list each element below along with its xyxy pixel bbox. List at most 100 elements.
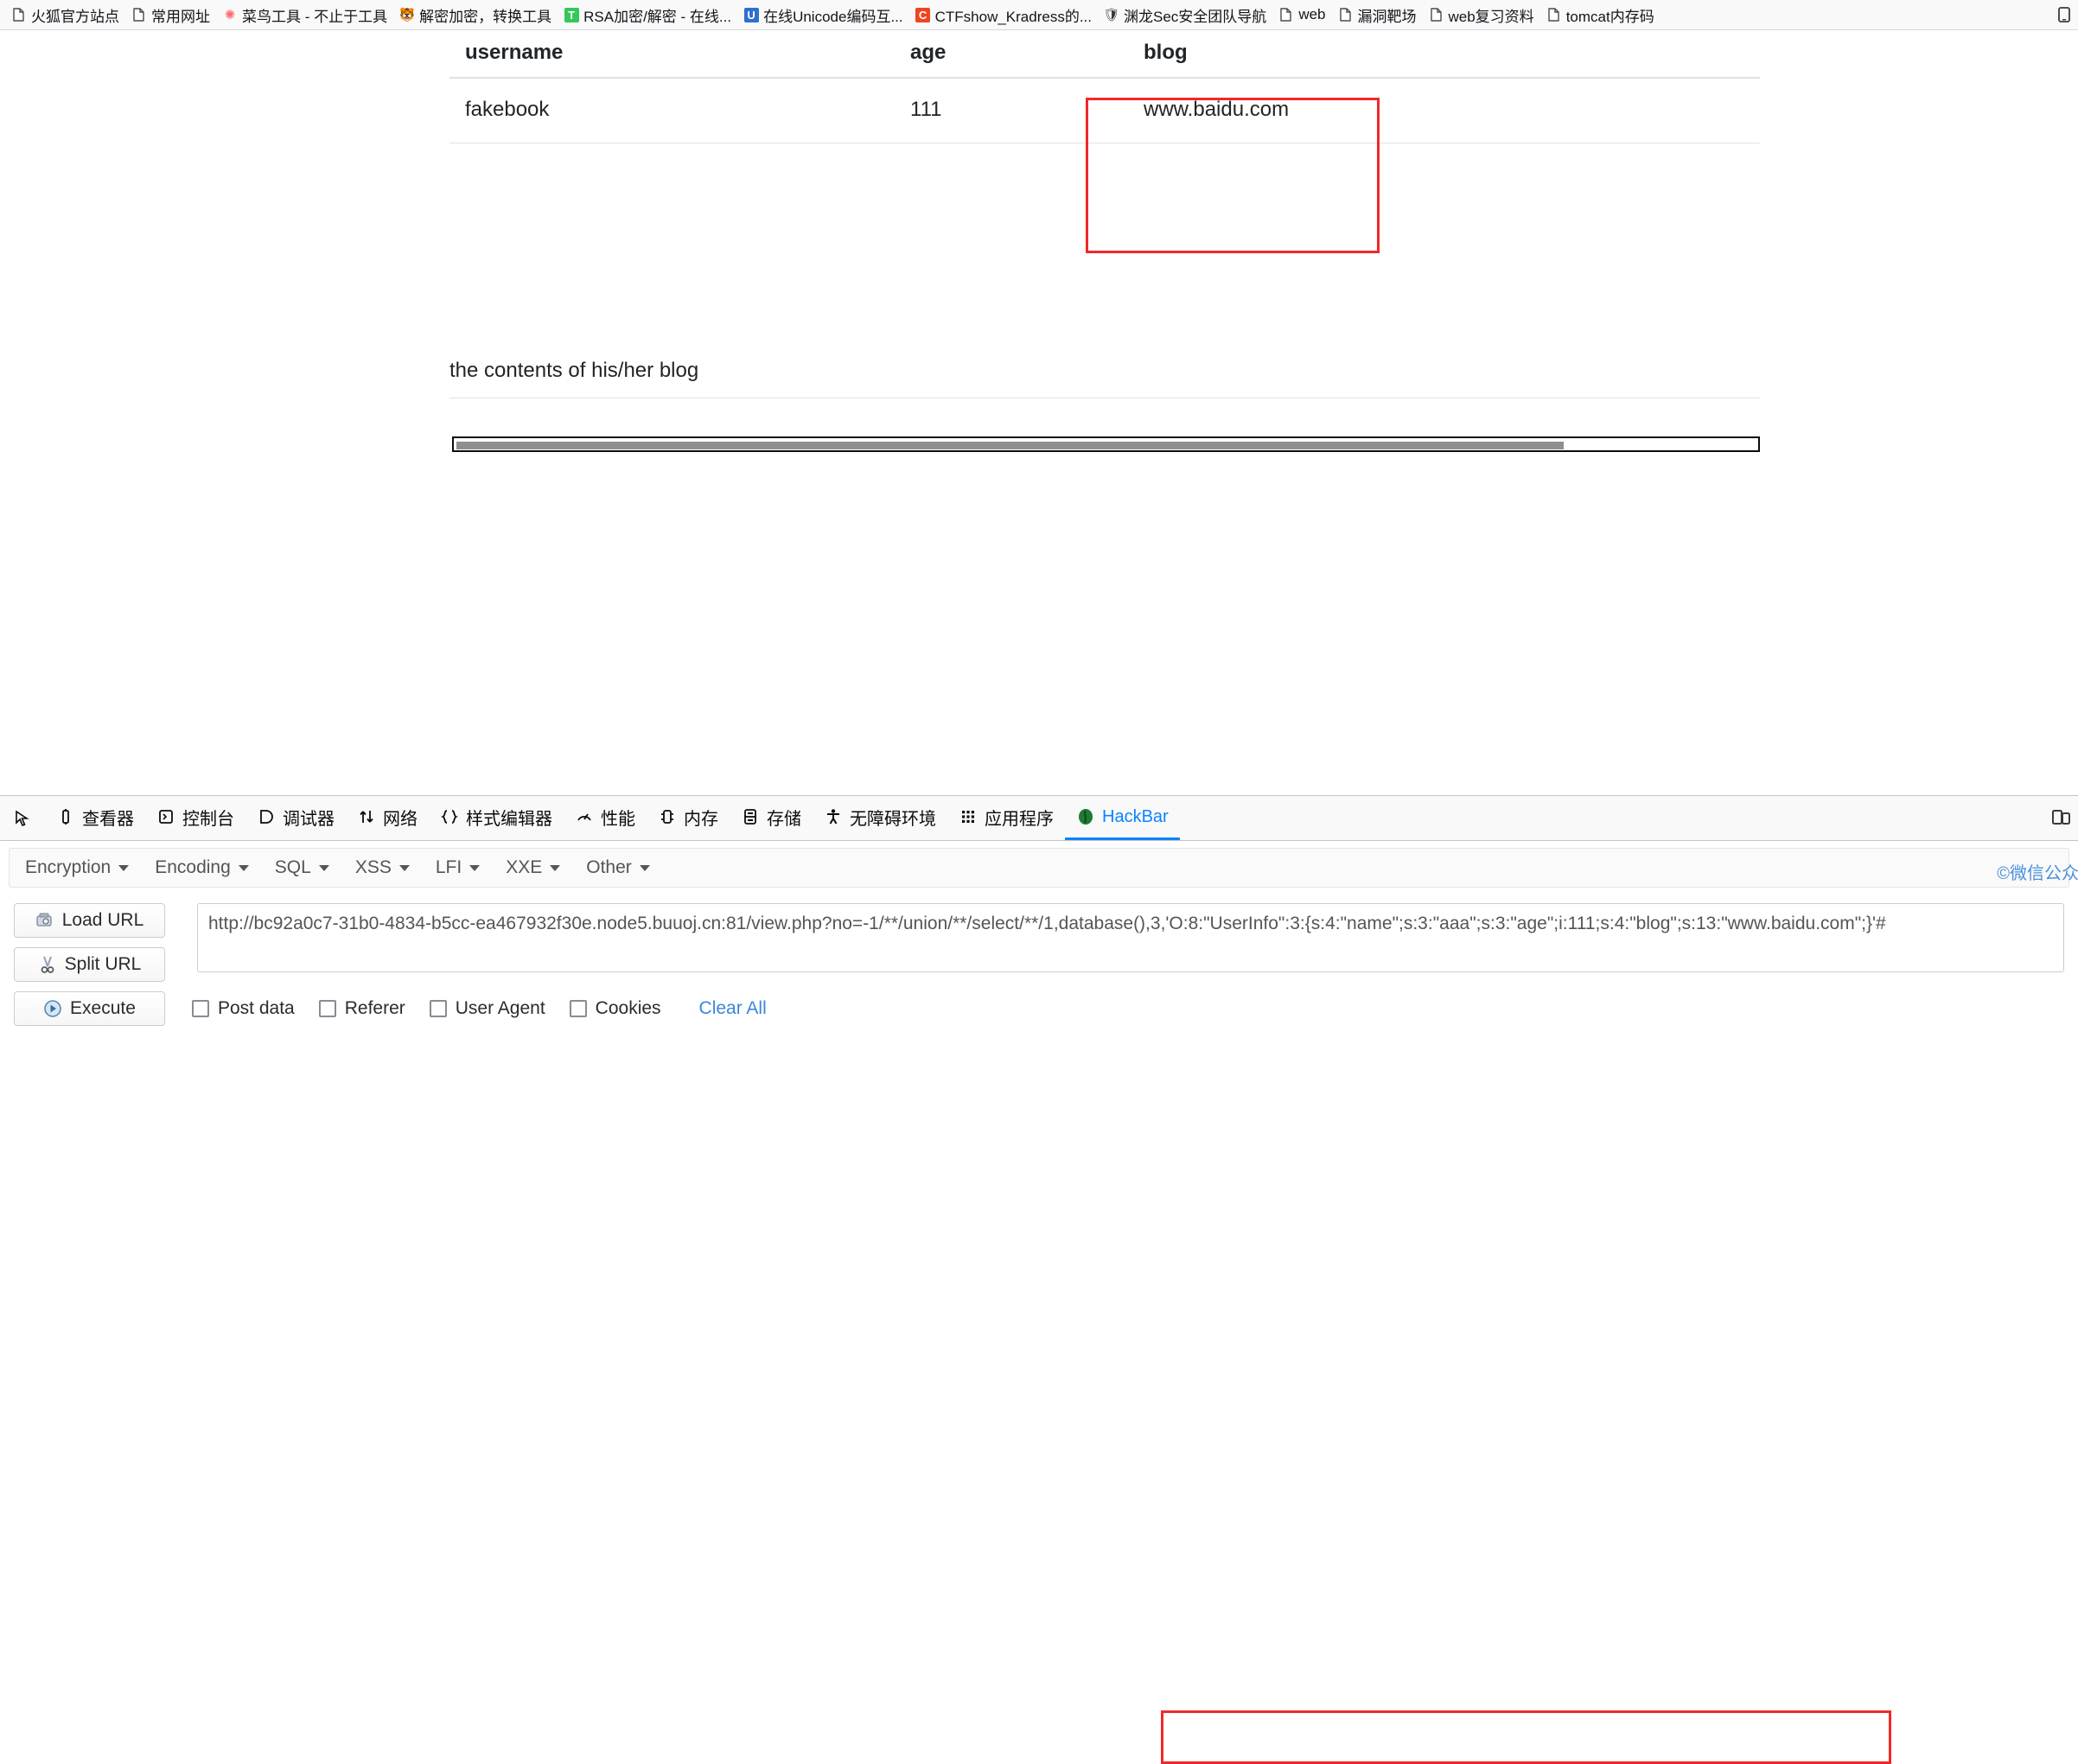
bookmark-label: web [1298, 6, 1326, 22]
page-horizontal-scrollbar[interactable] [452, 436, 1760, 452]
devtools-tab-application[interactable]: 应用程序 [947, 796, 1065, 840]
devtools-tab-style-editor[interactable]: 样式编辑器 [429, 796, 564, 840]
checkbox-post-data[interactable]: Post data [192, 998, 295, 1019]
bookmark-label: 渊龙Sec安全团队导航 [1124, 8, 1267, 25]
debugger-icon [257, 807, 276, 826]
split-url-button[interactable]: Split URL [14, 947, 165, 982]
checkbox-box[interactable] [192, 1000, 209, 1017]
hackbar-menu-other[interactable]: Other [586, 857, 650, 878]
devtools-tab-debugger[interactable]: 调试器 [245, 796, 346, 840]
hackbar-options-row: Post data Referer User Agent Cookies Clear A… [192, 998, 767, 1019]
hackbar-menu-label: SQL [274, 857, 311, 877]
checkbox-user-agent[interactable]: User Agent [429, 998, 545, 1019]
hackbar-menu-label: Other [586, 857, 632, 877]
devtools-tab-memory[interactable]: 内存 [647, 796, 730, 840]
bookmark-label: 菜鸟工具 - 不止于工具 [242, 8, 388, 25]
cainiao-icon: ✺ [224, 7, 236, 22]
hackbar-menu-label: Encoding [155, 857, 231, 877]
mobile-bookmark-icon[interactable] [2050, 3, 2078, 27]
bookmark-label: 常用网址 [151, 8, 210, 25]
page-icon [11, 7, 27, 22]
accessibility-icon [824, 807, 843, 826]
performance-icon [575, 807, 594, 826]
devtools-panel: 查看器 控制台 调试器 网络 样式编辑器 性能 内存 存储 无障碍环境 应用程序 HackBar E… [0, 795, 2078, 1764]
clear-all-link[interactable]: Clear All [699, 998, 767, 1019]
checkbox-label: Cookies [595, 998, 661, 1018]
url-input-container[interactable] [197, 903, 2064, 972]
hackbar-menu-xxe[interactable]: XXE [506, 857, 561, 878]
application-icon [959, 807, 978, 826]
devtools-tab-label: 查看器 [82, 809, 134, 829]
blog-contents-text: the contents of his/her blog [449, 359, 699, 382]
bookmark-item[interactable]: web复习资料 [1423, 3, 1540, 27]
execute-button[interactable]: Execute [14, 991, 165, 1026]
load-url-icon [35, 911, 54, 930]
bookmark-item[interactable]: 火狐官方站点 [5, 3, 125, 27]
style-editor-icon [440, 807, 459, 826]
devtools-tab-accessibility[interactable]: 无障碍环境 [813, 796, 947, 840]
checkbox-box[interactable] [429, 1000, 447, 1017]
element-picker-icon[interactable] [3, 796, 45, 840]
bookmark-item[interactable]: T RSA加密/解密 - 在线... [558, 3, 737, 27]
split-url-label: Split URL [64, 954, 142, 974]
devtools-tab-inspector[interactable]: 查看器 [45, 796, 145, 840]
bookmark-label: 解密加密，转换工具 [419, 8, 552, 25]
bookmark-item[interactable]: web [1272, 3, 1331, 27]
bookmark-item[interactable]: 漏洞靶场 [1332, 3, 1423, 27]
tiger-icon: 🐯 [398, 7, 416, 22]
hackbar-menu-encoding[interactable]: Encoding [155, 857, 249, 878]
devtools-tab-performance[interactable]: 性能 [564, 796, 647, 840]
cell-blog: www.baidu.com [1128, 78, 1760, 143]
hackbar-menu-label: LFI [435, 857, 462, 877]
execute-label: Execute [70, 998, 136, 1018]
bookmark-item[interactable]: C CTFshow_Kradress的... [909, 3, 1098, 27]
page-horizontal-scrollbar-thumb[interactable] [456, 442, 1564, 449]
checkbox-cookies[interactable]: Cookies [569, 998, 661, 1019]
url-input[interactable] [198, 904, 2063, 971]
column-header-blog: blog [1128, 30, 1760, 79]
load-url-button[interactable]: Load URL [14, 903, 165, 938]
hackbar-menu-lfi[interactable]: LFI [435, 857, 481, 878]
hackbar-panel: Encryption Encoding SQL XSS LFI XXE Other ©微信公众… [0, 848, 2078, 1108]
hackbar-icon [1076, 807, 1095, 826]
bookmark-label: 漏洞靶场 [1357, 8, 1417, 25]
page-icon [1338, 7, 1354, 22]
bookmark-item[interactable]: 🐯 解密加密，转换工具 [393, 3, 558, 27]
checkbox-referer[interactable]: Referer [318, 998, 405, 1019]
devtools-tab-network[interactable]: 网络 [346, 796, 429, 840]
split-url-icon [38, 955, 57, 974]
chevron-down-icon [318, 864, 329, 871]
checkbox-box[interactable] [318, 1000, 336, 1017]
bookmark-item[interactable]: 🛡 渊龙Sec安全团队导航 [1098, 3, 1272, 27]
bookmark-item[interactable]: U 在线Unicode编码互... [737, 3, 909, 27]
devtools-tab-hackbar[interactable]: HackBar [1065, 796, 1180, 840]
hackbar-menu-encryption[interactable]: Encryption [25, 857, 130, 878]
devtools-tab-label: 网络 [383, 809, 418, 829]
chevron-down-icon [398, 864, 410, 871]
chevron-down-icon [550, 864, 561, 871]
devtools-tab-label: 应用程序 [985, 809, 1054, 829]
cell-age: 111 [895, 78, 1128, 143]
page-icon [1278, 7, 1294, 22]
devtools-tab-label: 性能 [601, 809, 635, 829]
responsive-design-mode-icon[interactable] [2050, 806, 2071, 831]
chevron-down-icon [118, 864, 130, 871]
user-result-table: username age blog fakebook 111 www.baidu… [449, 30, 1760, 143]
hackbar-menu-label: Encryption [25, 857, 112, 877]
hackbar-menu-sql[interactable]: SQL [275, 857, 329, 878]
devtools-tab-label: 无障碍环境 [850, 809, 936, 829]
bookmark-item[interactable]: ✺ 菜鸟工具 - 不止于工具 [216, 3, 393, 27]
rsa-icon: T [564, 7, 579, 22]
page-content-area: username age blog fakebook 111 www.baidu… [0, 30, 2078, 795]
column-header-age: age [895, 30, 1128, 79]
checkbox-box[interactable] [569, 1000, 587, 1017]
chevron-down-icon [469, 864, 481, 871]
devtools-tab-storage[interactable]: 存储 [730, 796, 813, 840]
bookmark-label: web复习资料 [1448, 8, 1534, 25]
bookmark-item[interactable]: tomcat内存码 [1540, 3, 1660, 27]
bookmarks-bar: 火狐官方站点 常用网址 ✺ 菜鸟工具 - 不止于工具 🐯 解密加密，转换工具 T RSA加密/… [0, 0, 2078, 30]
bookmark-item[interactable]: 常用网址 [125, 3, 216, 27]
devtools-tab-console[interactable]: 控制台 [145, 796, 245, 840]
yuanlong-icon: 🛡 [1103, 7, 1120, 22]
hackbar-menu-xss[interactable]: XSS [355, 857, 410, 878]
